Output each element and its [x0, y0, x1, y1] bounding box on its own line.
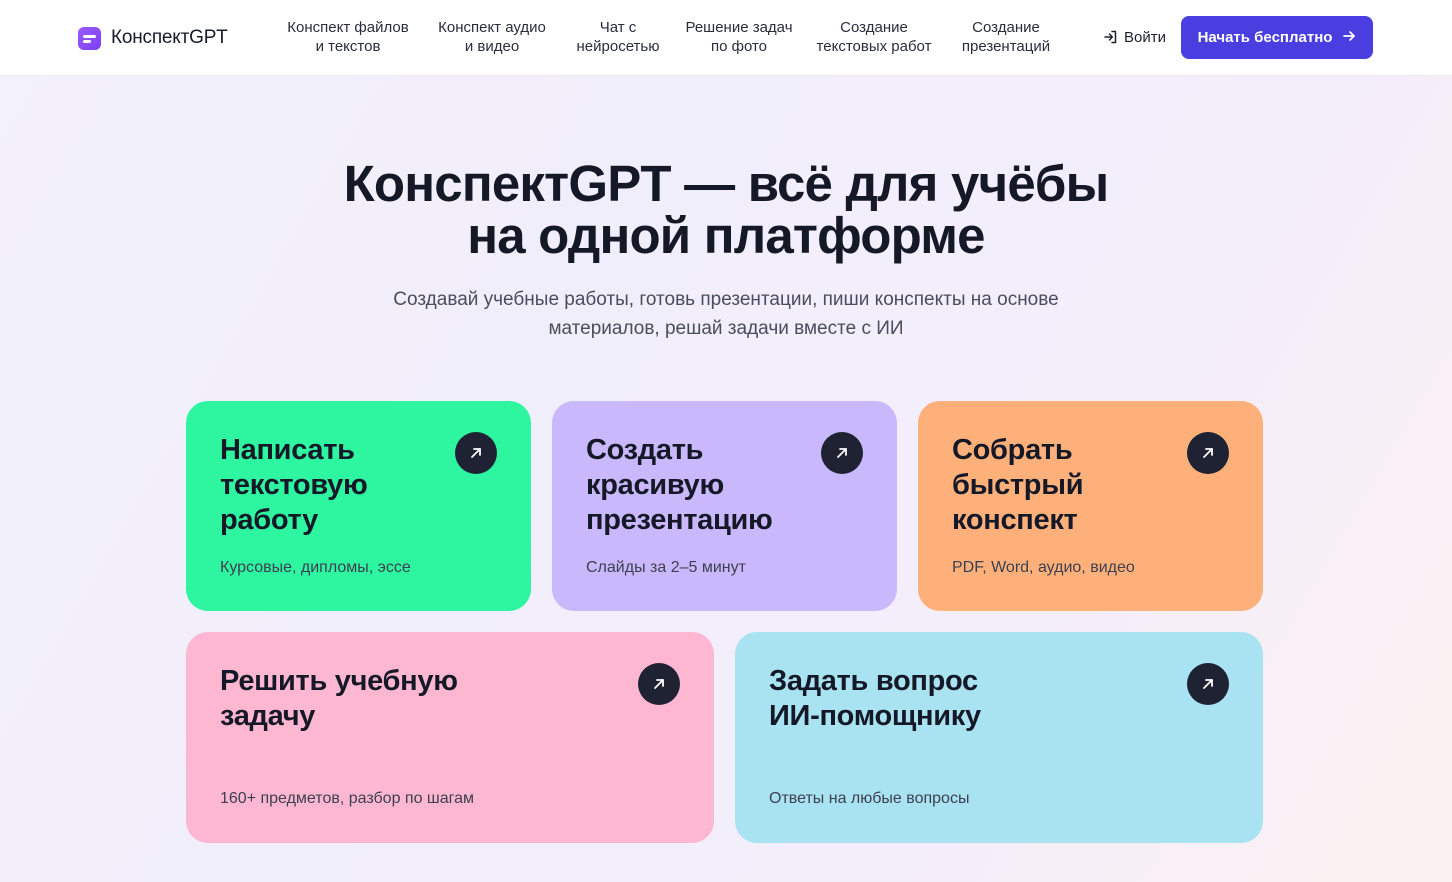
- header: КонспектGPT Конспект файлов и текстов Ко…: [0, 0, 1452, 76]
- arrow-right-icon: [1342, 29, 1356, 47]
- start-free-button[interactable]: Начать бесплатно: [1181, 16, 1373, 59]
- page-title: КонспектGPT — всё для учёбы на одной пла…: [343, 155, 1110, 264]
- arrow-up-right-icon[interactable]: [638, 663, 680, 705]
- card-quick-summary[interactable]: Собрать быстрый конспект PDF, Word, ауди…: [918, 401, 1263, 611]
- nav-item-summary-files[interactable]: Конспект файлов и текстов: [283, 18, 413, 56]
- nav-item-presentations[interactable]: Создание презентаций: [955, 18, 1057, 56]
- card-write-text-work[interactable]: Написать текстовую работу Курсовые, дипл…: [186, 401, 531, 611]
- nav-item-text-works[interactable]: Создание текстовых работ: [810, 18, 938, 56]
- logo-text: КонспектGPT: [111, 27, 228, 48]
- card-subtitle: Ответы на любые вопросы: [769, 790, 970, 807]
- page-subtitle: Создавай учебные работы, готовь презента…: [393, 289, 1059, 339]
- card-subtitle: Слайды за 2–5 минут: [586, 559, 746, 576]
- card-create-presentation[interactable]: Создать красивую презентацию Слайды за 2…: [552, 401, 897, 611]
- arrow-up-right-icon[interactable]: [1187, 663, 1229, 705]
- arrow-up-right-icon[interactable]: [821, 432, 863, 474]
- card-subtitle: Курсовые, дипломы, эссе: [220, 559, 411, 576]
- card-title: Написать текстовую работу: [220, 434, 368, 536]
- login-label: Войти: [1124, 28, 1166, 46]
- card-ask-ai[interactable]: Задать вопрос ИИ-помощнику Ответы на люб…: [735, 632, 1263, 843]
- login-link[interactable]: Войти: [1103, 27, 1166, 47]
- start-free-label: Начать бесплатно: [1197, 29, 1333, 46]
- card-solve-task[interactable]: Решить учебную задачу 160+ предметов, ра…: [186, 632, 714, 843]
- login-icon: [1103, 29, 1119, 45]
- card-title: Задать вопрос ИИ-помощнику: [769, 665, 981, 732]
- card-title: Решить учебную задачу: [220, 665, 458, 732]
- nav-item-solve-photo[interactable]: Решение задач по фото: [680, 18, 798, 56]
- card-subtitle: 160+ предметов, разбор по шагам: [220, 790, 475, 807]
- nav-item-summary-audio[interactable]: Конспект аудио и видео: [432, 18, 552, 56]
- arrow-up-right-icon[interactable]: [455, 432, 497, 474]
- nav-item-chat[interactable]: Чат с нейросетью: [568, 18, 668, 56]
- card-title: Создать красивую презентацию: [586, 434, 773, 536]
- arrow-up-right-icon[interactable]: [1187, 432, 1229, 474]
- card-subtitle: PDF, Word, аудио, видео: [952, 559, 1135, 576]
- logo[interactable]: КонспектGPT: [78, 26, 228, 50]
- card-title: Собрать быстрый конспект: [952, 434, 1084, 536]
- logo-icon: [78, 26, 101, 50]
